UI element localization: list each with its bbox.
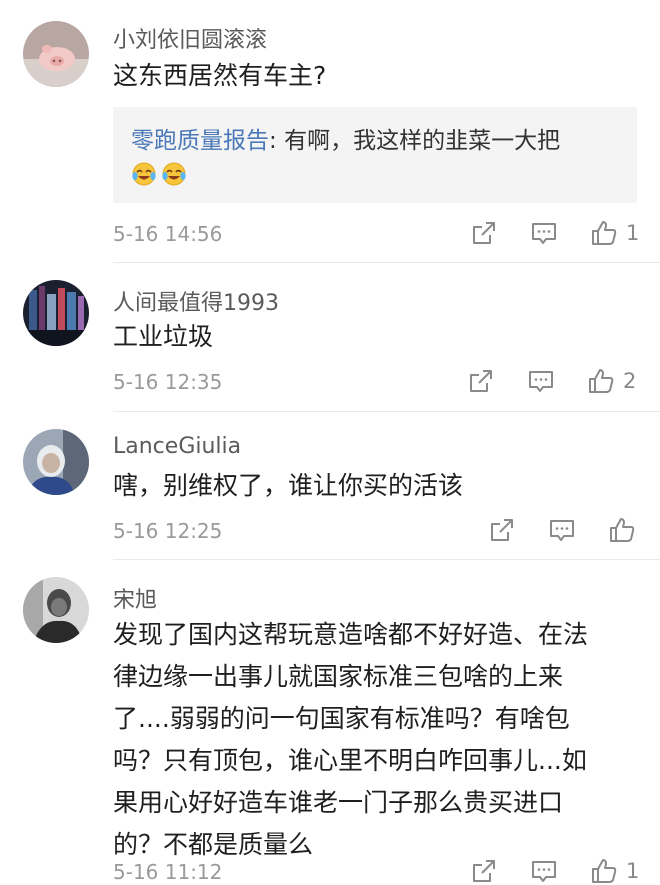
comment-icon — [529, 371, 553, 392]
username[interactable]: 宋旭 — [113, 582, 157, 614]
comment-text-line: 吗？只有顶包，谁心里不明白咋回事儿...如 — [113, 746, 587, 775]
like-button[interactable]: 1 — [590, 219, 639, 247]
like-count: 1 — [626, 221, 640, 245]
comment-button[interactable] — [530, 219, 558, 247]
pig-avatar-icon — [23, 21, 89, 87]
comment-icon — [532, 861, 556, 882]
share-button[interactable] — [470, 219, 498, 247]
comment-icon — [532, 223, 556, 244]
comment-text-line: 律边缘一出事儿就国家标准三包啥的上来 — [113, 662, 564, 691]
comment-icon — [550, 520, 574, 541]
reply-box[interactable]: 零跑质量报告: 有啊，我这样的韭菜一大把 — [113, 107, 637, 203]
comment-item: 小刘依旧圆滚滚 这东西居然有车主? 零跑质量报告: 有啊，我这样的韭菜一大把 5… — [0, 0, 660, 262]
share-icon — [473, 860, 495, 882]
comment-text: 嗐，别维权了，谁让你买的活该 — [113, 471, 464, 500]
username[interactable]: 小刘依旧圆滚滚 — [113, 22, 267, 54]
like-count: 1 — [626, 859, 640, 883]
crying-laughing-emoji — [162, 162, 186, 186]
avatar[interactable] — [23, 21, 89, 87]
avatar[interactable] — [23, 429, 89, 495]
city-lights-avatar-icon — [23, 280, 89, 346]
crying-laughing-emoji — [132, 162, 156, 186]
share-icon — [491, 519, 513, 541]
share-icon — [473, 222, 495, 244]
thumbs-up-icon — [592, 221, 617, 245]
comment-button[interactable] — [527, 367, 555, 395]
comment-text: 发现了国内这帮玩意造啥都不好好造、在法 律边缘一出事儿就国家标准三包啥的上来 了… — [113, 614, 633, 866]
share-button[interactable] — [488, 516, 516, 544]
thumbs-up-icon — [589, 369, 614, 393]
comment-item: 人间最值得1993 工业垃圾 5-16 12:35 2 — [0, 263, 660, 411]
emoji-row — [131, 161, 187, 187]
comment-item: 宋旭 发现了国内这帮玩意造啥都不好好造、在法 律边缘一出事儿就国家标准三包啥的上… — [0, 560, 660, 884]
reply-author[interactable]: 零跑质量报告 — [131, 128, 269, 154]
share-icon — [470, 370, 492, 392]
reply-separator: : — [269, 128, 285, 154]
share-button[interactable] — [467, 367, 495, 395]
person-avatar-icon — [23, 429, 89, 495]
timestamp: 5-16 12:35 — [113, 370, 223, 394]
timestamp: 5-16 12:25 — [113, 519, 223, 543]
like-count: 2 — [623, 369, 637, 393]
like-button[interactable]: 2 — [587, 367, 636, 395]
comment-text-line: 发现了国内这帮玩意造啥都不好好造、在法 — [113, 620, 589, 649]
thumbs-up-icon — [610, 518, 635, 542]
username[interactable]: LanceGiulia — [113, 434, 241, 459]
comment-button[interactable] — [548, 516, 576, 544]
timestamp: 5-16 11:12 — [113, 860, 223, 884]
portrait-avatar-icon — [23, 577, 89, 643]
comment-button[interactable] — [530, 857, 558, 885]
reply-line: 零跑质量报告: 有啊，我这样的韭菜一大把 — [131, 121, 560, 155]
thumbs-up-icon — [592, 859, 617, 883]
comment-text: 这东西居然有车主? — [113, 61, 327, 90]
share-button[interactable] — [470, 857, 498, 885]
comment-text: 工业垃圾 — [113, 322, 214, 351]
like-button[interactable]: 1 — [590, 857, 639, 885]
reply-text: 有啊，我这样的韭菜一大把 — [284, 128, 561, 154]
comment-item: LanceGiulia 嗐，别维权了，谁让你买的活该 5-16 12:25 — [0, 412, 660, 559]
like-button[interactable] — [608, 516, 636, 544]
username[interactable]: 人间最值得1993 — [113, 285, 279, 317]
comment-text-line: 了....弱弱的问一句国家有标准吗？有啥包 — [113, 704, 570, 733]
timestamp: 5-16 14:56 — [113, 222, 223, 246]
avatar[interactable] — [23, 280, 89, 346]
avatar[interactable] — [23, 577, 89, 643]
comment-text-line: 果用心好好造车谁老一门子那么贵买进口 — [113, 788, 564, 817]
